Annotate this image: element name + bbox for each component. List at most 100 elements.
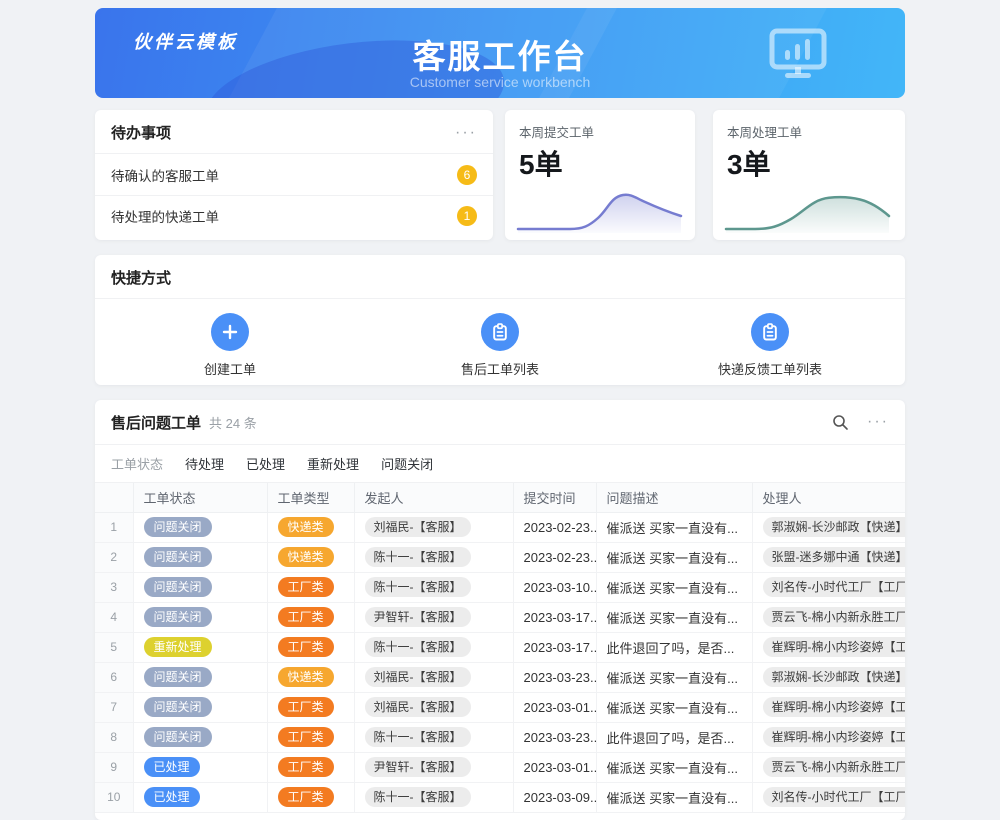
type-badge: 快递类 [278, 547, 334, 567]
todo-item-label: 待确认的客服工单 [111, 165, 219, 185]
issue-description: 此件退回了吗，是否... [596, 722, 752, 752]
stat-card-processed: 本周处理工单 3单 [713, 110, 905, 240]
issue-description: 催派送 买家一直没有... [596, 662, 752, 692]
issue-description: 催派送 买家一直没有... [596, 512, 752, 542]
filter-option-reprocess[interactable]: 重新处理 [307, 454, 359, 473]
table-row[interactable]: 7问题关闭工厂类刘福民-【客服】2023-03-01...催派送 买家一直没有.… [95, 692, 905, 722]
initiator-tag: 陈十一-【客服】 [365, 577, 471, 597]
table-row[interactable]: 3问题关闭工厂类陈十一-【客服】2023-03-10...催派送 买家一直没有.… [95, 572, 905, 602]
type-badge: 快递类 [278, 667, 334, 687]
stat-label: 本周处理工单 [727, 122, 891, 141]
shortcuts-card: 快捷方式 创建工单 售后工 [95, 255, 905, 385]
submit-time: 2023-03-01... [513, 692, 596, 722]
todo-card-title: 待办事项 [111, 122, 171, 143]
type-badge: 工厂类 [278, 757, 334, 777]
submit-time: 2023-03-09... [513, 782, 596, 812]
table-header-row: 工单状态工单类型发起人提交时间问题描述处理人 [95, 483, 905, 512]
table-row[interactable]: 8问题关闭工厂类陈十一-【客服】2023-03-23...此件退回了吗，是否..… [95, 722, 905, 752]
row-number: 3 [95, 572, 133, 602]
handler-tag: 崔辉明-棉小内珍姿婷【工厂】 [763, 727, 906, 747]
table-row[interactable]: 6 问题关闭 快递类 刘福民-【客服】 2023-03-23...催派送 买家一直没有.… [95, 662, 905, 692]
row-number: 2 [95, 542, 133, 572]
issue-description: 催派送 买家一直没有... [596, 572, 752, 602]
row-number: 6 [95, 662, 133, 692]
type-badge: 快递类 [278, 517, 334, 537]
sparkline-chart [515, 186, 685, 234]
header-banner: 伙伴云模板 客服工作台 Customer service workbench [95, 8, 905, 98]
handler-tag: 刘名传-小时代工厂【工厂】 [763, 577, 906, 597]
stat-value: 3单 [727, 143, 891, 183]
initiator-tag: 刘福民-【客服】 [365, 697, 471, 717]
column-header: 发起人 [354, 483, 513, 512]
handler-tag: 贾云飞-棉小内新永胜工厂【工厂】 [763, 757, 906, 777]
table-row[interactable]: 1 问题关闭 快递类 刘福民-【客服】 2023-02-23...催派送 买家一直没有.… [95, 512, 905, 542]
handler-tag: 贾云飞-棉小内新永胜工厂【工厂】 [763, 607, 906, 627]
initiator-tag: 陈十一-【客服】 [365, 787, 471, 807]
initiator-tag: 陈十一-【客服】 [365, 547, 471, 567]
count-badge: 1 [457, 206, 477, 226]
ticket-list-icon [481, 313, 519, 351]
column-header: 工单类型 [267, 483, 354, 512]
type-badge: 工厂类 [278, 787, 334, 807]
shortcut-aftersale-list[interactable]: 售后工单列表 [365, 299, 635, 378]
todo-card: 待办事项 ··· 待确认的客服工单 6 待处理的快递工单 1 [95, 110, 493, 240]
issue-description: 催派送 买家一直没有... [596, 602, 752, 632]
column-header: 问题描述 [596, 483, 752, 512]
stat-card-submitted: 本周提交工单 5单 [505, 110, 695, 240]
ticket-list-icon [751, 313, 789, 351]
status-badge: 问题关闭 [144, 727, 212, 747]
submit-time: 2023-03-01... [513, 752, 596, 782]
handler-tag: 崔辉明-棉小内珍姿婷【工厂】 [763, 637, 906, 657]
filter-option-processed[interactable]: 已处理 [246, 454, 285, 473]
row-number: 7 [95, 692, 133, 722]
table-row[interactable]: 5重新处理工厂类陈十一-【客服】2023-03-17...此件退回了吗，是否..… [95, 632, 905, 662]
initiator-tag: 刘福民-【客服】 [365, 517, 471, 537]
submit-time: 2023-03-17... [513, 632, 596, 662]
handler-tag: 刘名传-小时代工厂【工厂】 [763, 787, 906, 807]
issue-description: 催派送 买家一直没有... [596, 782, 752, 812]
issue-description: 催派送 买家一直没有... [596, 752, 752, 782]
filter-option-closed[interactable]: 问题关闭 [381, 454, 433, 473]
shortcut-label: 创建工单 [204, 359, 256, 378]
status-badge: 问题关闭 [144, 667, 212, 687]
ticket-table-card: 售后问题工单 共 24 条 ··· 工单状态 待处理 已处理 重新处理 问题关闭 [95, 400, 905, 820]
type-badge: 工厂类 [278, 607, 334, 627]
search-icon[interactable] [832, 414, 849, 431]
table-count: 共 24 条 [209, 413, 257, 432]
initiator-tag: 陈十一-【客服】 [365, 727, 471, 747]
status-badge: 问题关闭 [144, 577, 212, 597]
status-badge: 已处理 [144, 787, 200, 807]
filter-option-pending[interactable]: 待处理 [185, 454, 224, 473]
type-badge: 工厂类 [278, 577, 334, 597]
table-row[interactable]: 2问题关闭快递类陈十一-【客服】2023-02-23...催派送 买家一直没有.… [95, 542, 905, 572]
todo-item-pending-express[interactable]: 待处理的快递工单 1 [95, 195, 493, 236]
plus-icon [211, 313, 249, 351]
submit-time: 2023-03-17... [513, 602, 596, 632]
row-number: 9 [95, 752, 133, 782]
initiator-tag: 刘福民-【客服】 [365, 667, 471, 687]
ellipsis-menu-icon[interactable]: ··· [867, 418, 889, 426]
shortcut-express-feedback-list[interactable]: 快递反馈工单列表 [635, 299, 905, 378]
ellipsis-menu-icon[interactable]: ··· [455, 129, 477, 137]
shortcut-create-ticket[interactable]: 创建工单 [95, 299, 365, 378]
status-badge: 问题关闭 [144, 607, 212, 627]
submit-time: 2023-03-23... [513, 662, 596, 692]
table-row[interactable]: 9已处理工厂类尹智轩-【客服】2023-03-01...催派送 买家一直没有..… [95, 752, 905, 782]
status-badge: 问题关闭 [144, 517, 212, 537]
filter-group-label: 工单状态 [111, 454, 163, 473]
issue-description: 此件退回了吗，是否... [596, 632, 752, 662]
ticket-table: 工单状态工单类型发起人提交时间问题描述处理人 1问题关闭快递类刘福民-【客服】2… [95, 483, 905, 813]
todo-item-label: 待处理的快递工单 [111, 206, 219, 226]
shortcut-label: 售后工单列表 [461, 359, 539, 378]
table-row[interactable]: 10已处理工厂类陈十一-【客服】2023-03-09...催派送 买家一直没有.… [95, 782, 905, 812]
column-header: 处理人 [752, 483, 905, 512]
table-row[interactable]: 4 问题关闭 工厂类 尹智轩-【客服】 2023-03-17...催派送 买家一直没有.… [95, 602, 905, 632]
row-number: 1 [95, 512, 133, 542]
initiator-tag: 尹智轩-【客服】 [365, 607, 471, 627]
submit-time: 2023-02-23... [513, 512, 596, 542]
handler-tag: 崔辉明-棉小内珍姿婷【工厂】 [763, 697, 906, 717]
initiator-tag: 尹智轩-【客服】 [365, 757, 471, 777]
row-number: 4 [95, 602, 133, 632]
todo-item-pending-service[interactable]: 待确认的客服工单 6 [95, 154, 493, 195]
column-header: 工单状态 [133, 483, 267, 512]
